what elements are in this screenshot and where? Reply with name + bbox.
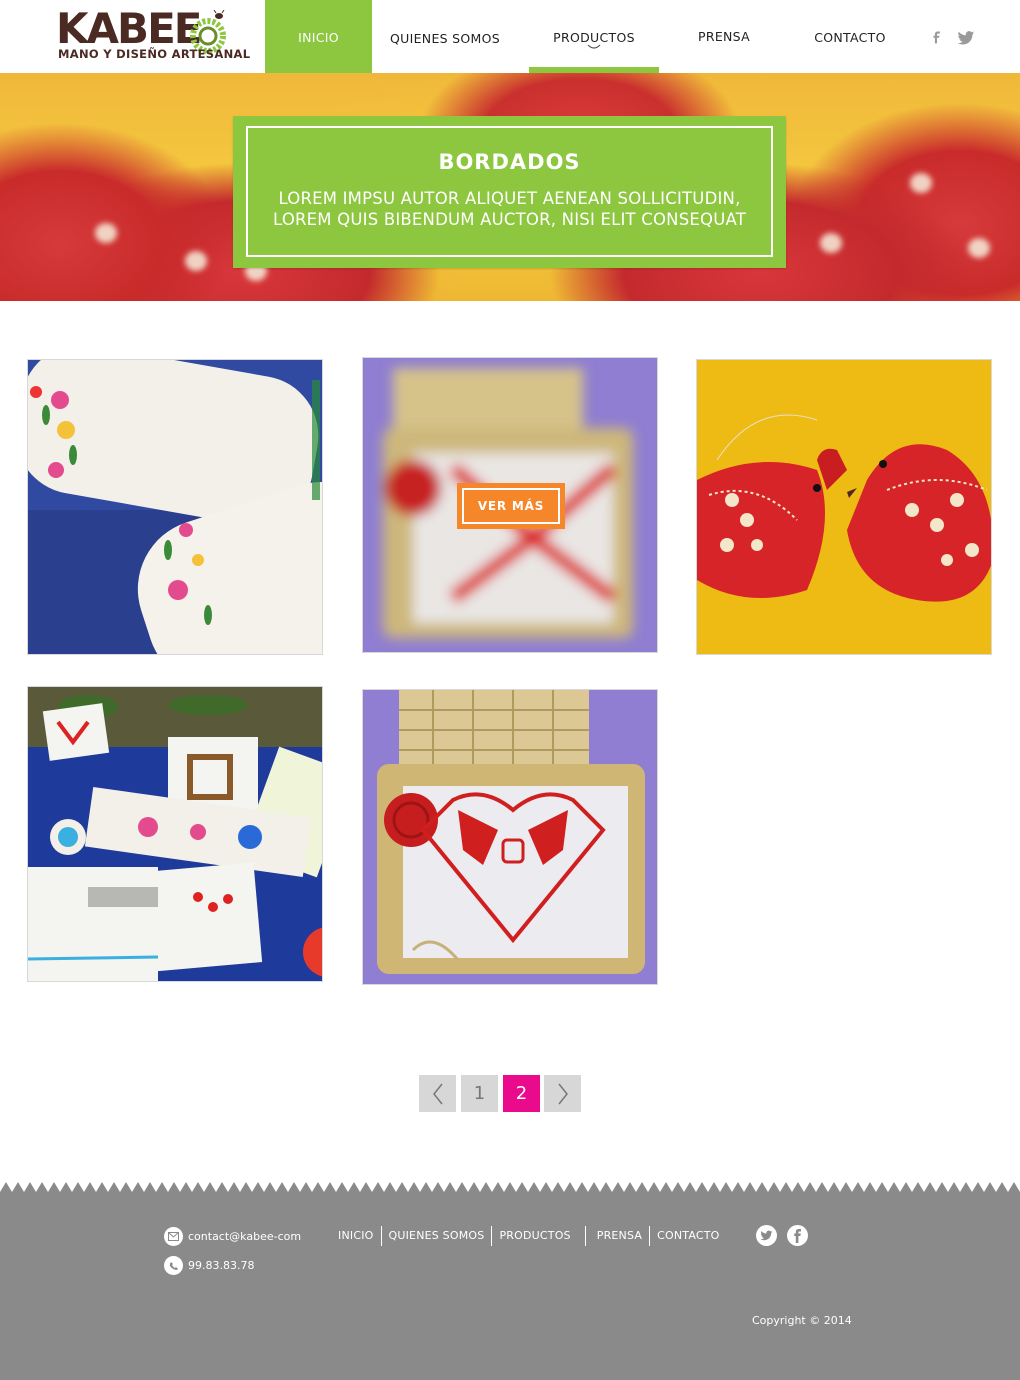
product-tile-basket[interactable] [362,689,658,985]
nav-item-inicio[interactable]: INICIO [265,0,372,73]
hero-text-line: LOREM QUIS BIBENDUM AUCTOR, NISI ELIT CO… [273,210,746,229]
product-tile-pillows[interactable] [27,359,323,655]
nav-item-productos[interactable]: PRODUCTOS [529,0,659,73]
footer-link-quienes-somos[interactable]: QUIENES SOMOS [380,1226,492,1246]
footer-link-contacto[interactable]: CONTACTO [649,1226,726,1246]
hero-text: LOREM IMPSU AUTOR ALIQUET AENEAN SOLLICI… [248,188,771,230]
site-header: KABEE MANO Y DISEÑO ARTESANAL INICIO QUI… [0,0,1020,73]
nav-item-quienes-somos[interactable]: QUIENES SOMOS [372,0,518,73]
chevron-right-icon [557,1083,568,1104]
hero-caption-box: BORDADOS LOREM IMPSU AUTOR ALIQUET AENEA… [233,116,786,268]
logo-wordmark: KABEE [56,4,202,53]
hero-decoration [185,251,207,271]
basket-image [363,690,657,984]
hero-decoration [968,238,990,258]
nav-item-label: PRODUCTOS [553,30,635,45]
ver-mas-button[interactable]: VER MÁS [457,483,565,529]
prev-page-button[interactable] [419,1075,456,1112]
footer-link-inicio[interactable]: INICIO [332,1226,381,1246]
page-button-2[interactable]: 2 [503,1075,540,1112]
hero-decoration [95,223,117,243]
pillows-image [28,360,322,654]
site-footer [0,1180,1020,1380]
product-tile-basket-hover[interactable]: VER MÁS [362,357,658,653]
twitter-icon[interactable] [756,1225,777,1246]
hero-decoration [910,173,932,193]
footer-email-text: contact@kabee-com [188,1230,302,1243]
next-page-button[interactable] [544,1075,581,1112]
hero-banner: BORDADOS LOREM IMPSU AUTOR ALIQUET AENEA… [0,73,1020,301]
footer-phone-text: 99.83.83.78 [188,1259,255,1272]
product-tile-birds[interactable] [696,359,992,655]
copyright-text: Copyright © 2014 [752,1314,852,1327]
nav-item-contacto[interactable]: CONTACTO [785,0,915,73]
birds-image [697,360,991,654]
chevron-down-icon [587,44,601,49]
facebook-icon[interactable] [787,1225,808,1246]
napkins-image [28,687,322,981]
phone-icon [164,1256,183,1275]
kabee-logo[interactable]: KABEE MANO Y DISEÑO ARTESANAL [56,4,250,66]
hero-caption-frame: BORDADOS LOREM IMPSU AUTOR ALIQUET AENEA… [246,126,773,257]
hero-title: BORDADOS [438,150,581,174]
ver-mas-label: VER MÁS [462,488,560,524]
footer-zigzag-edge [0,1180,1020,1192]
footer-link-productos[interactable]: PRODUCTOS [491,1226,584,1246]
chevron-left-icon [432,1083,443,1104]
footer-nav: INICIO QUIENES SOMOS PRODUCTOS PRENSA CO… [332,1226,727,1246]
facebook-icon[interactable] [930,28,944,48]
nav-item-prensa[interactable]: PRENSA [659,0,789,73]
footer-email[interactable]: contact@kabee-com [164,1227,301,1246]
footer-phone[interactable]: 99.83.83.78 [164,1256,254,1275]
page-button-1[interactable]: 1 [461,1075,498,1112]
footer-link-prensa[interactable]: PRENSA [584,1226,649,1246]
mail-icon [164,1227,183,1246]
logo-tagline: MANO Y DISEÑO ARTESANAL [58,47,251,61]
hero-decoration [820,233,842,253]
product-tile-napkins[interactable] [27,686,323,982]
twitter-icon[interactable] [957,28,975,48]
hero-text-line: LOREM IMPSU AUTOR ALIQUET AENEAN SOLLICI… [278,189,741,208]
